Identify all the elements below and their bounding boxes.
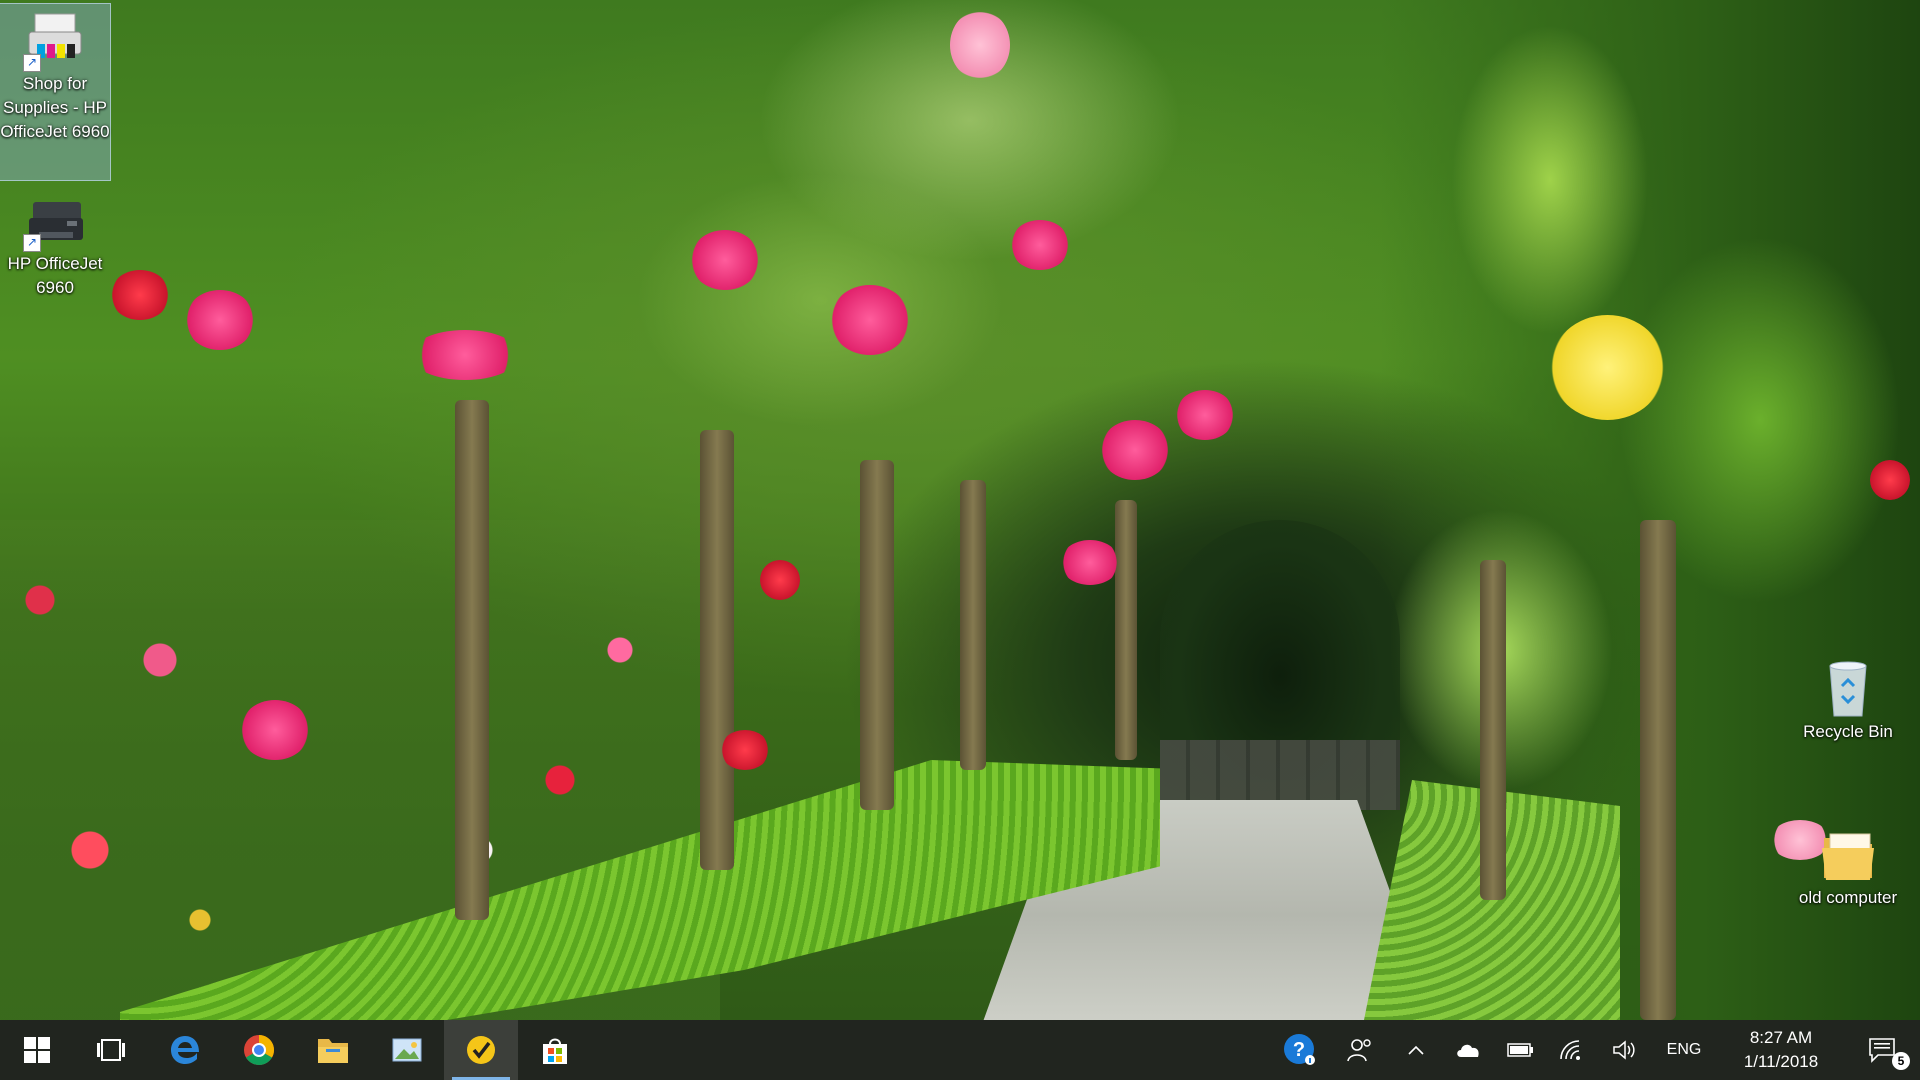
- chrome-icon: [244, 1035, 275, 1066]
- speaker-icon: [1613, 1040, 1635, 1060]
- wallpaper-rose: [410, 330, 520, 380]
- wallpaper-rose: [1010, 220, 1070, 270]
- folder-icon: [1816, 822, 1880, 886]
- task-view-icon: [97, 1039, 125, 1061]
- system-tray: ? ENG 8:27 AM 1/11/2018 5: [1270, 1020, 1920, 1080]
- action-center-button[interactable]: 5: [1844, 1020, 1920, 1080]
- wallpaper-stone-wall: [1160, 740, 1400, 810]
- printer-icon: ↗: [23, 188, 87, 252]
- taskbar-file-explorer[interactable]: [296, 1020, 370, 1080]
- taskbar-chrome[interactable]: [222, 1020, 296, 1080]
- wifi-icon: [1560, 1040, 1580, 1060]
- wallpaper-rose: [760, 560, 800, 600]
- clock-button[interactable]: 8:27 AM 1/11/2018: [1718, 1020, 1844, 1080]
- edge-icon: [171, 1036, 199, 1064]
- wallpaper-rose: [240, 700, 310, 760]
- taskbar: ? ENG 8:27 AM 1/11/2018 5: [0, 1020, 1920, 1080]
- desktop-icon-label: old computer: [1798, 888, 1898, 907]
- help-icon: ?: [1284, 1034, 1315, 1065]
- desktop-icon-old-computer[interactable]: old computer: [1792, 818, 1904, 910]
- onedrive-tray-button[interactable]: [1442, 1020, 1494, 1080]
- help-tray-button[interactable]: ?: [1270, 1020, 1330, 1080]
- desktop-icon-hp-officejet[interactable]: ↗ HP OfficeJet 6960: [0, 184, 110, 300]
- battery-tray-button[interactable]: [1494, 1020, 1546, 1080]
- norton-icon: [467, 1036, 495, 1064]
- taskbar-store[interactable]: [518, 1020, 592, 1080]
- show-hidden-icons-button[interactable]: [1390, 1020, 1442, 1080]
- wallpaper-pillar: [1115, 500, 1137, 760]
- printer-supplies-icon: ↗: [23, 8, 87, 72]
- wallpaper-pillar: [1480, 560, 1506, 900]
- wallpaper-rose: [690, 230, 760, 290]
- wallpaper-yellow-rose: [1550, 315, 1665, 420]
- taskbar-norton[interactable]: [444, 1020, 518, 1080]
- taskbar-edge[interactable]: [148, 1020, 222, 1080]
- people-icon: [1347, 1039, 1371, 1062]
- wallpaper-pillar: [960, 480, 986, 770]
- wallpaper-rose: [1870, 460, 1910, 500]
- wallpaper-rose: [1060, 540, 1120, 585]
- wallpaper-rose: [1175, 390, 1235, 440]
- chevron-up-icon: [1408, 1045, 1424, 1055]
- notification-count-badge: 5: [1892, 1052, 1910, 1070]
- shortcut-arrow-icon: ↗: [23, 234, 41, 252]
- clock-date: 1/11/2018: [1743, 1052, 1819, 1071]
- recycle-bin-icon: [1816, 656, 1880, 720]
- wallpaper-pillar: [1640, 520, 1676, 1020]
- wallpaper-rose: [1100, 420, 1170, 480]
- input-language-button[interactable]: ENG: [1650, 1020, 1718, 1080]
- wallpaper-rose: [110, 270, 170, 320]
- language-label: ENG: [1666, 1041, 1702, 1058]
- svg-text:?: ?: [1293, 1039, 1305, 1061]
- desktop-icon-label: HP OfficeJet 6960: [7, 254, 103, 297]
- people-button[interactable]: [1330, 1020, 1390, 1080]
- volume-tray-button[interactable]: [1598, 1020, 1650, 1080]
- windows-start-icon: [24, 1037, 50, 1063]
- wallpaper-pillar: [455, 400, 489, 920]
- wallpaper-pillar: [860, 460, 894, 810]
- wallpaper-rose: [950, 10, 1010, 80]
- folder-icon: [318, 1039, 348, 1063]
- cloud-icon: [1457, 1044, 1479, 1057]
- battery-icon: [1507, 1043, 1533, 1057]
- task-view-button[interactable]: [74, 1020, 148, 1080]
- desktop-icon-recycle-bin[interactable]: Recycle Bin: [1792, 652, 1904, 744]
- desktop-icon-shop-supplies[interactable]: ↗ Shop for Supplies - HP OfficeJet 6960: [0, 3, 111, 181]
- store-icon: [543, 1038, 567, 1064]
- start-button[interactable]: [0, 1020, 74, 1080]
- desktop-wallpaper: [0, 0, 1920, 1020]
- shortcut-arrow-icon: ↗: [23, 54, 41, 72]
- wallpaper-rose: [830, 285, 910, 355]
- wallpaper-pillar: [700, 430, 734, 870]
- taskbar-photos[interactable]: [370, 1020, 444, 1080]
- wallpaper-rose: [720, 730, 770, 770]
- wallpaper-rose: [185, 290, 255, 350]
- desktop-icon-label: Shop for Supplies - HP OfficeJet 6960: [0, 74, 110, 141]
- desktop-icon-label: Recycle Bin: [1803, 722, 1893, 741]
- network-tray-button[interactable]: [1546, 1020, 1598, 1080]
- photos-icon: [392, 1038, 422, 1062]
- clock-time: 8:27 AM: [1749, 1028, 1813, 1047]
